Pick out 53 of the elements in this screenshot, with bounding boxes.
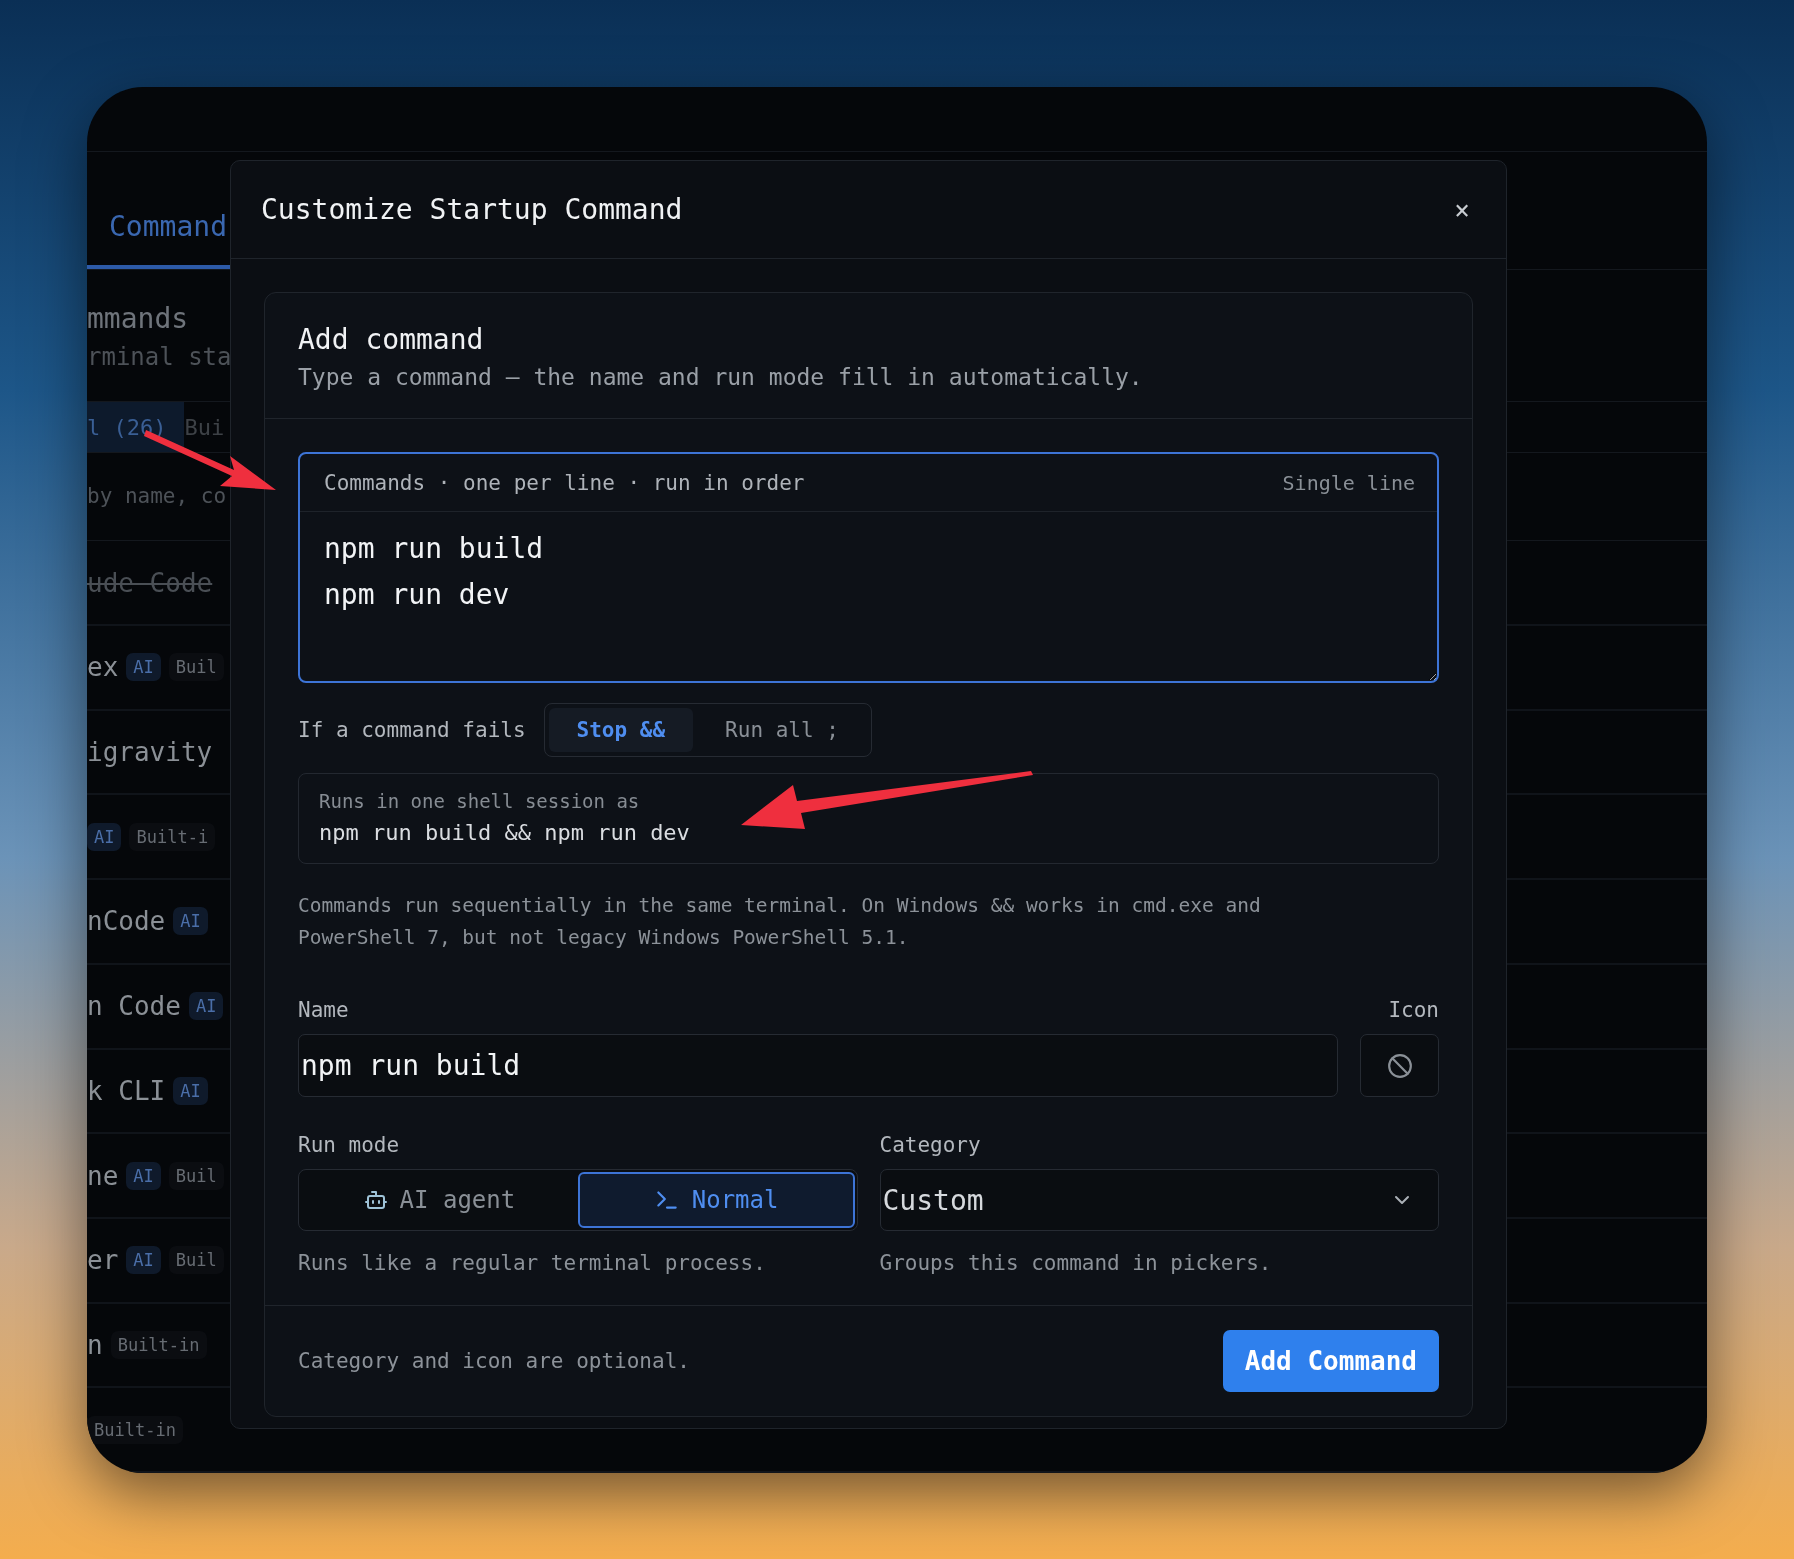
run-mode-option[interactable]: Normal (577, 1172, 855, 1228)
no-icon-icon (1386, 1052, 1413, 1079)
close-button[interactable]: × (1450, 194, 1474, 225)
command-name: k CLI (87, 1075, 166, 1106)
search-field[interactable]: by name, co (87, 484, 230, 509)
ai-tag: AI (173, 1076, 208, 1105)
built-in-tag: Buil (168, 653, 224, 682)
fail-label: If a command fails (298, 718, 526, 742)
fail-mode-option[interactable]: Stop && (548, 708, 694, 752)
built-in-tag: Built-i (129, 822, 216, 851)
ai-tag: AI (126, 1161, 161, 1190)
ai-tag: AI (126, 653, 161, 682)
icon-label: Icon (1388, 998, 1439, 1022)
card-subtitle: Type a command — the name and run mode fill in automatically. (298, 364, 1144, 390)
single-line-toggle[interactable]: Single line (1282, 470, 1415, 495)
icon-picker-button[interactable] (1360, 1034, 1439, 1097)
command-name: n Code (87, 991, 181, 1022)
ai-tag: AI (173, 907, 208, 936)
help-text: Commands run sequentially in the same terminal. On Windows && works in cmd.exe and PowerShell 7, but not legacy Windows PowerShell 5.1. (298, 893, 1262, 951)
fail-mode-option[interactable]: Run all ; (697, 708, 867, 752)
category-hint: Groups this command in pickers. (879, 1251, 1273, 1275)
ai-tag: AI (87, 822, 122, 851)
card-title: Add command (298, 323, 485, 356)
built-in-tag: Built-in (110, 1330, 207, 1359)
built-in-tag: Built-in (87, 1415, 183, 1444)
command-name: er (87, 1245, 119, 1276)
category-select[interactable]: Custom (879, 1169, 1439, 1231)
run-mode-label: Run mode (298, 1133, 401, 1157)
command-name: igravity (87, 737, 213, 768)
dialog-title: Customize Startup Command (261, 193, 683, 226)
panel-heading: mmands (87, 302, 189, 336)
run-mode-option[interactable]: AI agent (301, 1172, 578, 1228)
robot-icon (363, 1188, 388, 1212)
ai-tag: AI (188, 992, 224, 1021)
command-name: ex (87, 652, 119, 683)
command-name: nCode (87, 906, 166, 937)
built-in-tag: Buil (168, 1161, 224, 1190)
preview-command: npm run build && npm run dev (319, 820, 691, 845)
command-name: n (87, 1329, 103, 1360)
commands-editor[interactable]: Commands · one per line · run in order Single line npm run build npm run dev (298, 452, 1439, 683)
editor-label: Commands · one per line · run in order (324, 470, 805, 495)
name-field[interactable]: npm run build (298, 1034, 1338, 1097)
built-in-tag: Buil (168, 1246, 224, 1275)
command-name: ne (87, 1160, 119, 1191)
panel-subheading: rminal sta (87, 343, 232, 372)
category-label: Category (879, 1133, 982, 1157)
footer-note: Category and icon are optional. (298, 1349, 690, 1373)
run-mode-hint: Runs like a regular terminal process. (298, 1251, 767, 1275)
preview-caption: Runs in one shell session as (319, 790, 641, 812)
command-name: ude Code (87, 567, 213, 598)
add-command-button[interactable]: Add Command (1222, 1330, 1439, 1392)
name-label: Name (298, 998, 350, 1022)
ai-tag: AI (126, 1246, 161, 1275)
